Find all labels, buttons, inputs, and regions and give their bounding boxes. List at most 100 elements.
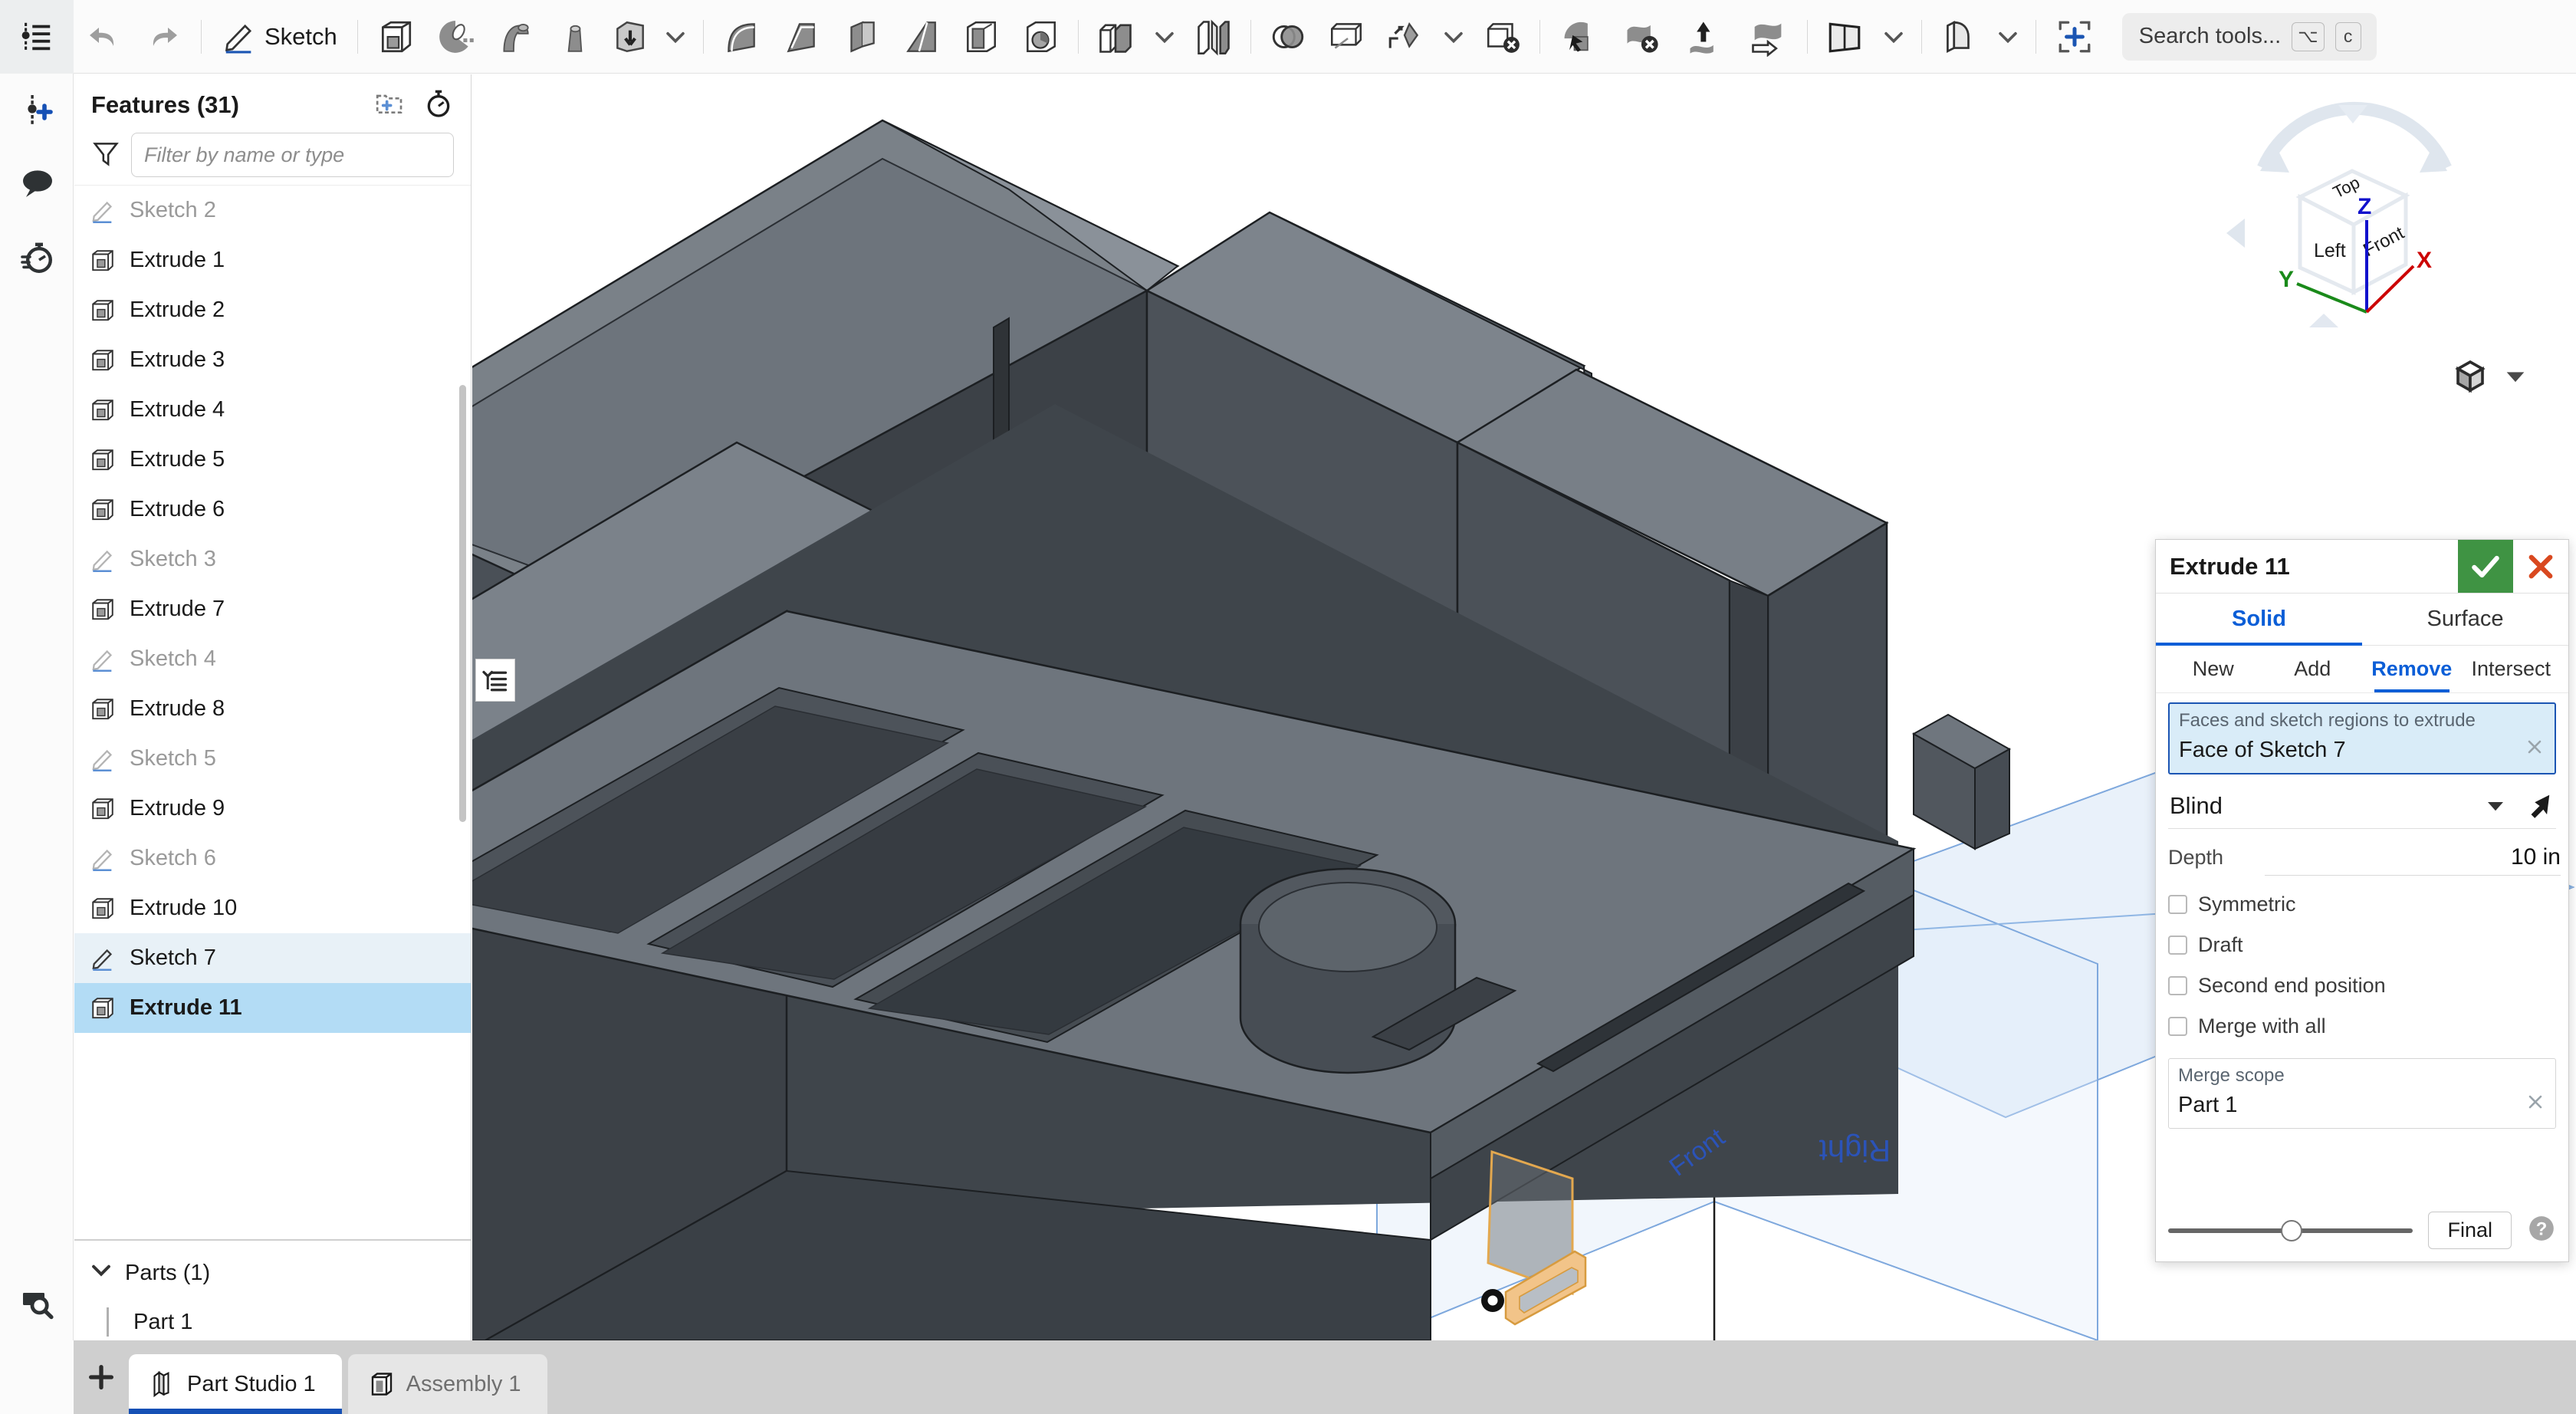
pattern-tool-button[interactable] bbox=[1317, 0, 1375, 74]
extrude-dialog-title: Extrude 11 bbox=[2156, 540, 2458, 593]
view-cube[interactable]: Top Left Front Z Y X bbox=[2216, 97, 2492, 350]
end-condition-row[interactable]: Blind bbox=[2168, 791, 2556, 829]
revolve-tool-button[interactable] bbox=[426, 0, 485, 74]
new-folder-button[interactable] bbox=[374, 88, 405, 123]
features-list-scrollbar[interactable] bbox=[459, 385, 466, 822]
move-face-tool-button[interactable] bbox=[1548, 0, 1611, 74]
feature-row[interactable]: Extrude 2 bbox=[74, 285, 471, 335]
feature-row[interactable]: Extrude 10 bbox=[74, 883, 471, 933]
search-tools-box[interactable]: Search tools... ⌥ c bbox=[2122, 13, 2377, 61]
feature-row[interactable]: Extrude 5 bbox=[74, 435, 471, 485]
thicken-tool-button[interactable] bbox=[605, 0, 656, 74]
slider-knob[interactable] bbox=[2281, 1220, 2302, 1241]
merge-scope-clear-icon[interactable] bbox=[2525, 1091, 2546, 1119]
checkbox-merge-with-all[interactable]: Merge with all bbox=[2168, 1014, 2556, 1038]
subtab-add[interactable]: Add bbox=[2263, 646, 2363, 692]
boolean-tool-button[interactable] bbox=[1086, 0, 1145, 74]
subtab-intersect[interactable]: Intersect bbox=[2462, 646, 2561, 692]
delete-part-tool-button[interactable] bbox=[1474, 0, 1532, 74]
help-button[interactable]: ? bbox=[2527, 1214, 2556, 1247]
cancel-button[interactable] bbox=[2513, 540, 2568, 593]
feature-row[interactable]: Extrude 1 bbox=[74, 235, 471, 285]
draft-checkbox[interactable] bbox=[2168, 936, 2187, 955]
redo-button[interactable] bbox=[133, 0, 193, 74]
feature-row[interactable]: Sketch 4 bbox=[74, 634, 471, 684]
sheet-metal-tool-button[interactable] bbox=[1930, 0, 1988, 74]
replace-face-tool-button[interactable] bbox=[1737, 0, 1799, 74]
tab-part-studio-1[interactable]: Part Studio 1 bbox=[129, 1354, 342, 1414]
feature-row[interactable]: Extrude 6 bbox=[74, 485, 471, 534]
sidebar-item-comments[interactable] bbox=[0, 147, 74, 221]
feature-row[interactable]: Sketch 2 bbox=[74, 186, 471, 235]
transform-tool-button[interactable] bbox=[1375, 0, 1434, 74]
checkbox-draft[interactable]: Draft bbox=[2168, 933, 2556, 957]
feature-row[interactable]: Sketch 5 bbox=[74, 734, 471, 784]
thicken-dropdown-button[interactable] bbox=[656, 0, 695, 74]
list-item-part[interactable]: Part 1 bbox=[74, 1297, 471, 1347]
solid-body[interactable] bbox=[472, 120, 2009, 1340]
tab-solid[interactable]: Solid bbox=[2156, 594, 2362, 645]
subtab-remove[interactable]: Remove bbox=[2362, 646, 2462, 692]
features-filter-input[interactable] bbox=[131, 133, 454, 177]
rollback-button[interactable] bbox=[423, 88, 454, 123]
faces-selection-field[interactable]: Faces and sketch regions to extrude Face… bbox=[2168, 702, 2556, 774]
transform-dropdown-button[interactable] bbox=[1434, 0, 1474, 74]
delete-face-tool-button[interactable] bbox=[1611, 0, 1674, 74]
zoom-to-fit-button[interactable] bbox=[0, 1264, 74, 1340]
feature-list-flyout-button[interactable] bbox=[475, 659, 515, 702]
offset-face-tool-button[interactable] bbox=[1674, 0, 1737, 74]
feature-row[interactable]: Extrude 11 bbox=[74, 983, 471, 1033]
sidebar-item-add-feature[interactable] bbox=[0, 74, 74, 147]
fillet-tool-button[interactable] bbox=[711, 0, 771, 74]
subtab-new[interactable]: New bbox=[2164, 646, 2263, 692]
depth-input[interactable] bbox=[2265, 844, 2561, 876]
feature-row[interactable]: Sketch 6 bbox=[74, 834, 471, 883]
loft-tool-button[interactable] bbox=[545, 0, 605, 74]
shell-tool-button[interactable] bbox=[951, 0, 1010, 74]
mirror-tool-button[interactable] bbox=[1259, 0, 1317, 74]
chevron-down-icon[interactable] bbox=[2484, 794, 2507, 817]
merge-scope-field[interactable]: Merge scope Part 1 bbox=[2168, 1058, 2556, 1129]
extrude-tool-button[interactable] bbox=[366, 0, 426, 74]
accept-button[interactable] bbox=[2458, 540, 2513, 593]
merge-with-all-checkbox[interactable] bbox=[2168, 1017, 2187, 1036]
features-list[interactable]: Sketch 2Extrude 1Extrude 2Extrude 3Extru… bbox=[74, 185, 471, 1239]
feature-row[interactable]: Extrude 8 bbox=[74, 684, 471, 734]
sketch-button[interactable]: Sketch bbox=[209, 0, 350, 74]
feature-row[interactable]: Extrude 7 bbox=[74, 584, 471, 634]
undo-button[interactable] bbox=[74, 0, 133, 74]
preview-quality-slider[interactable] bbox=[2168, 1219, 2413, 1242]
checkbox-second-end-position[interactable]: Second end position bbox=[2168, 974, 2556, 998]
draft-tool-button[interactable] bbox=[891, 0, 951, 74]
feature-row[interactable]: Extrude 4 bbox=[74, 385, 471, 435]
sweep-tool-button[interactable] bbox=[485, 0, 545, 74]
enclose-tool-button[interactable] bbox=[1815, 0, 1874, 74]
enclose-dropdown-button[interactable] bbox=[1874, 0, 1914, 74]
split-tool-button[interactable] bbox=[1184, 0, 1243, 74]
flip-direction-arrow-icon[interactable] bbox=[2524, 791, 2553, 820]
feature-tree-toggle-button[interactable] bbox=[0, 0, 74, 74]
parts-header-row[interactable]: Parts (1) bbox=[74, 1248, 471, 1297]
add-tab-button[interactable] bbox=[74, 1340, 129, 1414]
faces-field-clear-icon[interactable] bbox=[2524, 736, 2545, 764]
boolean-dropdown-button[interactable] bbox=[1145, 0, 1184, 74]
insert-tool-button[interactable] bbox=[2044, 0, 2105, 74]
symmetric-checkbox[interactable] bbox=[2168, 895, 2187, 914]
tab-assembly-1[interactable]: Assembly 1 bbox=[348, 1354, 547, 1414]
hole-tool-button[interactable] bbox=[1010, 0, 1070, 74]
feature-row[interactable]: Extrude 3 bbox=[74, 335, 471, 385]
second-end-position-checkbox[interactable] bbox=[2168, 976, 2187, 995]
sheet-metal-dropdown-button[interactable] bbox=[1988, 0, 2028, 74]
feature-row[interactable]: Sketch 3 bbox=[74, 534, 471, 584]
final-button[interactable]: Final bbox=[2428, 1212, 2512, 1249]
tab-surface[interactable]: Surface bbox=[2362, 594, 2568, 645]
features-panel-title: Features (31) bbox=[91, 91, 239, 119]
chamfer-tool-button[interactable] bbox=[771, 0, 831, 74]
checkbox-symmetric[interactable]: Symmetric bbox=[2168, 893, 2556, 916]
rib-tool-button[interactable] bbox=[831, 0, 891, 74]
display-mode-control[interactable] bbox=[2452, 358, 2528, 395]
feature-row[interactable]: Sketch 7 bbox=[74, 933, 471, 983]
feature-row-label: Extrude 5 bbox=[130, 447, 225, 472]
feature-row[interactable]: Extrude 9 bbox=[74, 784, 471, 834]
sidebar-item-history[interactable] bbox=[0, 221, 74, 294]
